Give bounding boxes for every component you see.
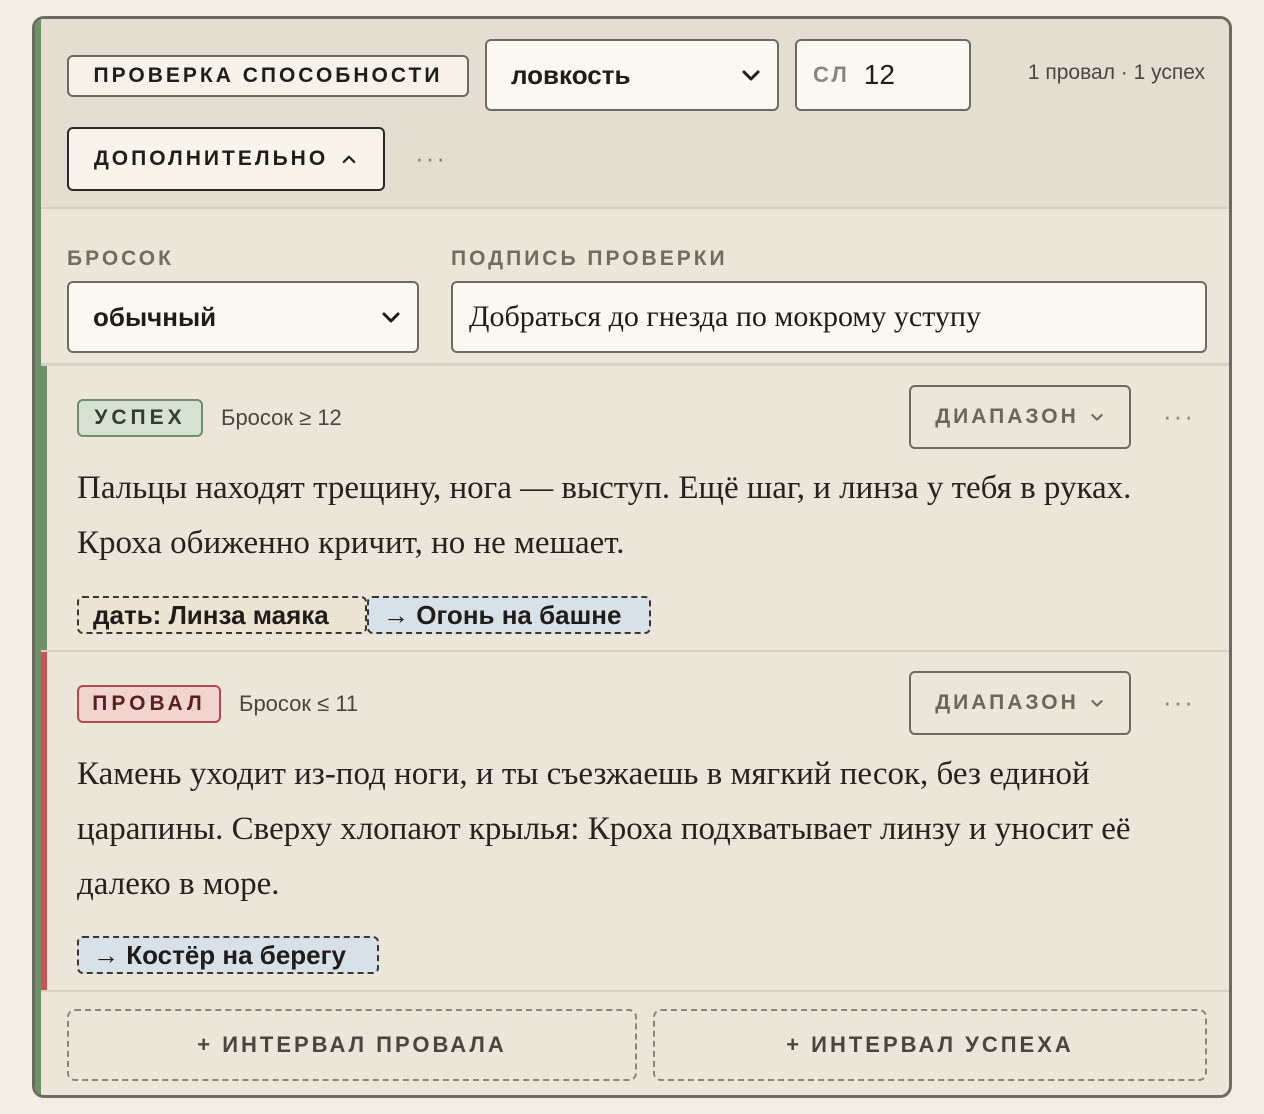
roll-label: БРОСОК xyxy=(67,247,174,270)
dc-label: СЛ xyxy=(813,62,850,87)
fail-range-button[interactable]: ДИАПАЗОН xyxy=(909,671,1131,735)
advanced-toggle-button[interactable]: ДОПОЛНИТЕЛЬНО xyxy=(67,127,385,191)
advanced-settings-panel: БРОСОК обычный ПОДПИСЬ ПРОВЕРКИ Добратьс… xyxy=(41,209,1229,366)
dc-value: 12 xyxy=(863,59,895,90)
fail-badge: ПРОВАЛ xyxy=(77,685,221,723)
success-range-label: ДИАПАЗОН xyxy=(935,405,1079,428)
advanced-toggle-label: ДОПОЛНИТЕЛЬНО xyxy=(93,147,329,170)
fail-accent-bar xyxy=(41,652,47,990)
fail-condition: Бросок ≤ 11 xyxy=(239,691,359,716)
success-range-button[interactable]: ДИАПАЗОН xyxy=(909,385,1131,449)
chevron-down-icon xyxy=(382,312,400,323)
ability-select[interactable]: ловкость xyxy=(485,39,779,111)
success-more-button[interactable]: ··· xyxy=(1163,401,1195,432)
header-more-button[interactable]: ··· xyxy=(415,143,447,174)
dc-field[interactable]: СЛ 12 xyxy=(795,39,971,111)
success-text: Пальцы находят трещину, нога — выступ. Е… xyxy=(77,470,1132,561)
goto-scene-tag[interactable]: → Костёр на берегу xyxy=(77,936,379,974)
outcome-summary: 1 провал · 1 успех xyxy=(1027,61,1205,84)
chevron-up-icon xyxy=(342,155,356,164)
footer-divider xyxy=(41,990,1229,992)
chevron-down-icon xyxy=(742,70,760,81)
success-accent-bar xyxy=(41,366,47,650)
success-badge: УСПЕХ xyxy=(77,399,203,437)
check-header: ПРОВЕРКА СПОСОБНОСТИ ловкость СЛ 12 1 пр… xyxy=(41,19,1229,209)
check-type-pill[interactable]: ПРОВЕРКА СПОСОБНОСТИ xyxy=(67,55,469,97)
caption-input[interactable]: Добраться до гнезда по мокрому уступу xyxy=(451,281,1207,353)
goto-scene-tag[interactable]: → Огонь на башне xyxy=(367,596,651,634)
success-outcome: УСПЕХ Бросок ≥ 12 ДИАПАЗОН ··· Пальцы на… xyxy=(41,366,1229,650)
check-card: ПРОВЕРКА СПОСОБНОСТИ ловкость СЛ 12 1 пр… xyxy=(32,16,1232,1098)
fail-range-label: ДИАПАЗОН xyxy=(935,691,1079,714)
fail-outcome: ПРОВАЛ Бросок ≤ 11 ДИАПАЗОН ··· Камень у… xyxy=(41,652,1229,990)
roll-mode-value: обычный xyxy=(93,301,217,332)
chevron-down-icon xyxy=(1091,700,1103,707)
fail-text: Камень уходит из-под ноги, и ты съезжаеш… xyxy=(77,756,1131,902)
give-item-tag[interactable]: дать: Линза маяка xyxy=(77,596,367,634)
add-success-range-button[interactable]: + ИНТЕРВАЛ УСПЕХА xyxy=(653,1009,1207,1081)
caption-input-value: Добраться до гнезда по мокрому уступу xyxy=(469,300,981,333)
success-condition: Бросок ≥ 12 xyxy=(221,405,342,430)
caption-label: ПОДПИСЬ ПРОВЕРКИ xyxy=(451,247,728,270)
fail-more-button[interactable]: ··· xyxy=(1163,687,1195,718)
chevron-down-icon xyxy=(1091,414,1103,421)
add-fail-range-button[interactable]: + ИНТЕРВАЛ ПРОВАЛА xyxy=(67,1009,637,1081)
roll-mode-select[interactable]: обычный xyxy=(67,281,419,353)
ability-select-value: ловкость xyxy=(511,59,631,90)
